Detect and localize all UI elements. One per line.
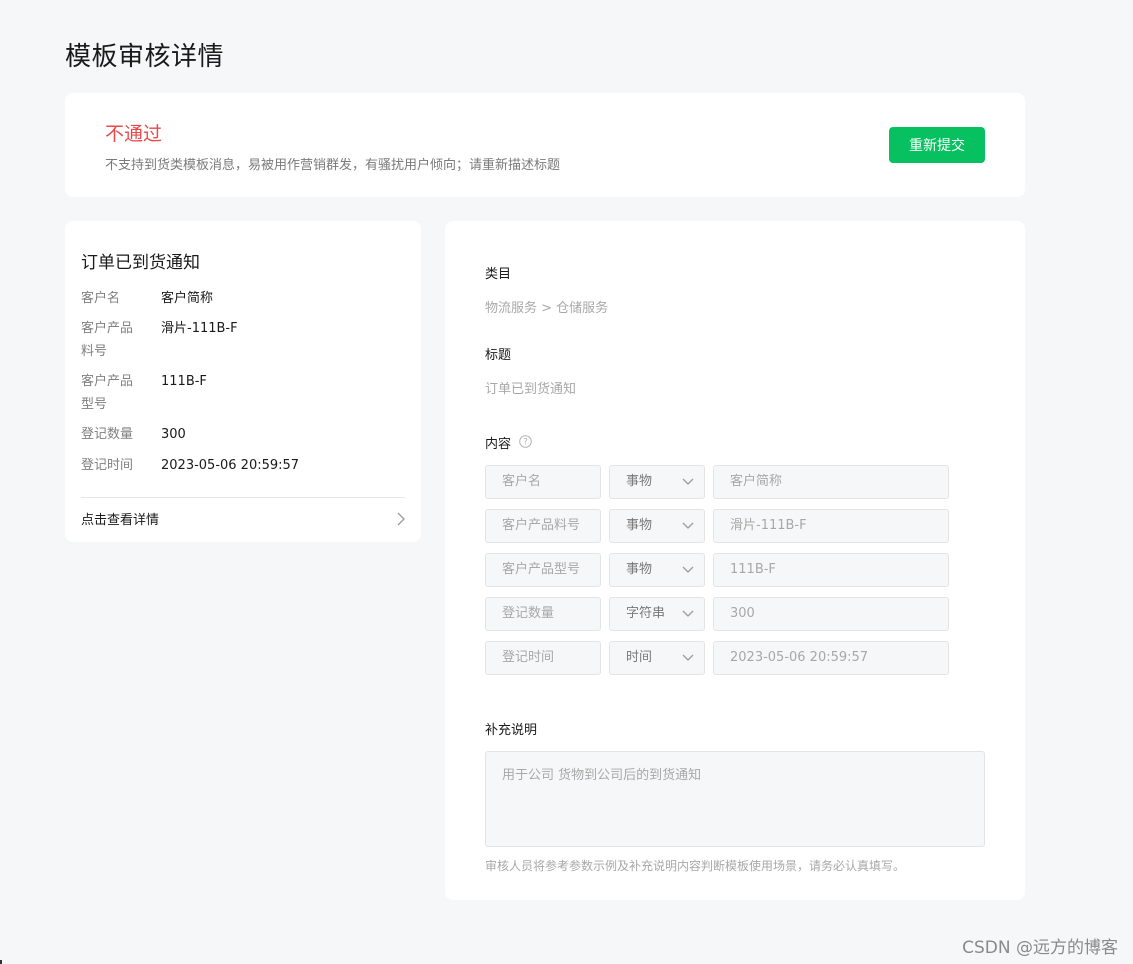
variable-row: 登记时间 时间 2023-05-06 20:59:57 xyxy=(485,641,949,677)
chevron-down-icon xyxy=(682,478,694,485)
field-label: 登记数量 xyxy=(81,427,134,442)
template-form-card: 类目 物流服务 > 仓储服务 标题 订单已到货通知 内容 ? 客户名 事物 客户… xyxy=(445,221,1025,900)
content-label: 内容 xyxy=(485,437,512,452)
variable-row: 客户产品型号 事物 111B-F xyxy=(485,553,949,589)
note-hint: 审核人员将参考参数示例及补充说明内容判断模板使用场景，请务必认真填写。 xyxy=(485,859,906,873)
category-value: 物流服务 > 仓储服务 xyxy=(485,301,609,316)
view-details-label: 点击查看详情 xyxy=(81,513,160,528)
resubmit-button[interactable]: 重新提交 xyxy=(889,127,985,163)
chevron-down-icon xyxy=(682,566,694,573)
category-label: 类目 xyxy=(485,267,512,282)
title-value: 订单已到货通知 xyxy=(485,382,577,397)
variable-sample-input[interactable]: 111B-F xyxy=(713,553,949,587)
variable-type-value: 事物 xyxy=(626,562,653,577)
chevron-down-icon xyxy=(682,522,694,529)
review-status-card: 不通过 不支持到货类模板消息，易被用作营销群发，有骚扰用户倾向；请重新描述标题 … xyxy=(65,93,1025,197)
watermark: CSDN @远方的博客 xyxy=(962,938,1118,958)
status-reason: 不支持到货类模板消息，易被用作营销群发，有骚扰用户倾向；请重新描述标题 xyxy=(105,158,561,173)
variable-type-value: 时间 xyxy=(626,650,653,665)
message-preview-card: 订单已到货通知 客户名 客户简称 客户产品料号 滑片-111B-F 客户产品型号… xyxy=(65,221,421,542)
variable-type-select[interactable]: 事物 xyxy=(609,509,705,543)
variable-type-value: 事物 xyxy=(626,518,653,533)
status-title: 不通过 xyxy=(105,123,163,145)
variable-type-select[interactable]: 字符串 xyxy=(609,597,705,631)
note-textarea[interactable]: 用于公司 货物到公司后的到货通知 xyxy=(485,751,985,847)
svg-text:?: ? xyxy=(523,438,528,448)
chevron-down-icon xyxy=(682,654,694,661)
field-value: 滑片-111B-F xyxy=(161,321,238,336)
note-label: 补充说明 xyxy=(485,723,538,738)
variable-row: 登记数量 字符串 300 xyxy=(485,597,949,633)
variable-sample-input[interactable]: 客户简称 xyxy=(713,465,949,499)
question-circle-icon[interactable]: ? xyxy=(519,435,532,448)
chevron-right-icon xyxy=(397,512,405,526)
variable-sample-input[interactable]: 2023-05-06 20:59:57 xyxy=(713,641,949,675)
variable-type-select[interactable]: 时间 xyxy=(609,641,705,675)
variable-name-input[interactable]: 客户名 xyxy=(485,465,601,499)
field-label: 客户产品料号 xyxy=(81,321,134,359)
variable-row: 客户名 事物 客户简称 xyxy=(485,465,949,501)
variable-sample-input[interactable]: 滑片-111B-F xyxy=(713,509,949,543)
title-label: 标题 xyxy=(485,348,512,363)
chevron-down-icon xyxy=(682,610,694,617)
field-label: 客户名 xyxy=(81,291,121,306)
variable-name-input[interactable]: 客户产品料号 xyxy=(485,509,601,543)
preview-title: 订单已到货通知 xyxy=(81,253,200,273)
field-value: 300 xyxy=(161,427,186,442)
variable-type-select[interactable]: 事物 xyxy=(609,465,705,499)
variable-row: 客户产品料号 事物 滑片-111B-F xyxy=(485,509,949,545)
field-value: 客户简称 xyxy=(161,291,214,306)
field-label: 客户产品型号 xyxy=(81,374,134,412)
field-value: 111B-F xyxy=(161,374,207,389)
variable-type-select[interactable]: 事物 xyxy=(609,553,705,587)
divider xyxy=(81,497,405,498)
view-details-link[interactable]: 点击查看详情 xyxy=(81,509,405,531)
variable-name-input[interactable]: 登记数量 xyxy=(485,597,601,631)
variable-type-value: 事物 xyxy=(626,474,653,489)
variable-type-value: 字符串 xyxy=(626,606,666,621)
variable-name-input[interactable]: 客户产品型号 xyxy=(485,553,601,587)
field-value: 2023-05-06 20:59:57 xyxy=(161,458,300,473)
corner-mark xyxy=(0,960,2,964)
page-title: 模板审核详情 xyxy=(65,42,225,72)
variable-name-input[interactable]: 登记时间 xyxy=(485,641,601,675)
field-label: 登记时间 xyxy=(81,458,134,473)
variable-sample-input[interactable]: 300 xyxy=(713,597,949,631)
